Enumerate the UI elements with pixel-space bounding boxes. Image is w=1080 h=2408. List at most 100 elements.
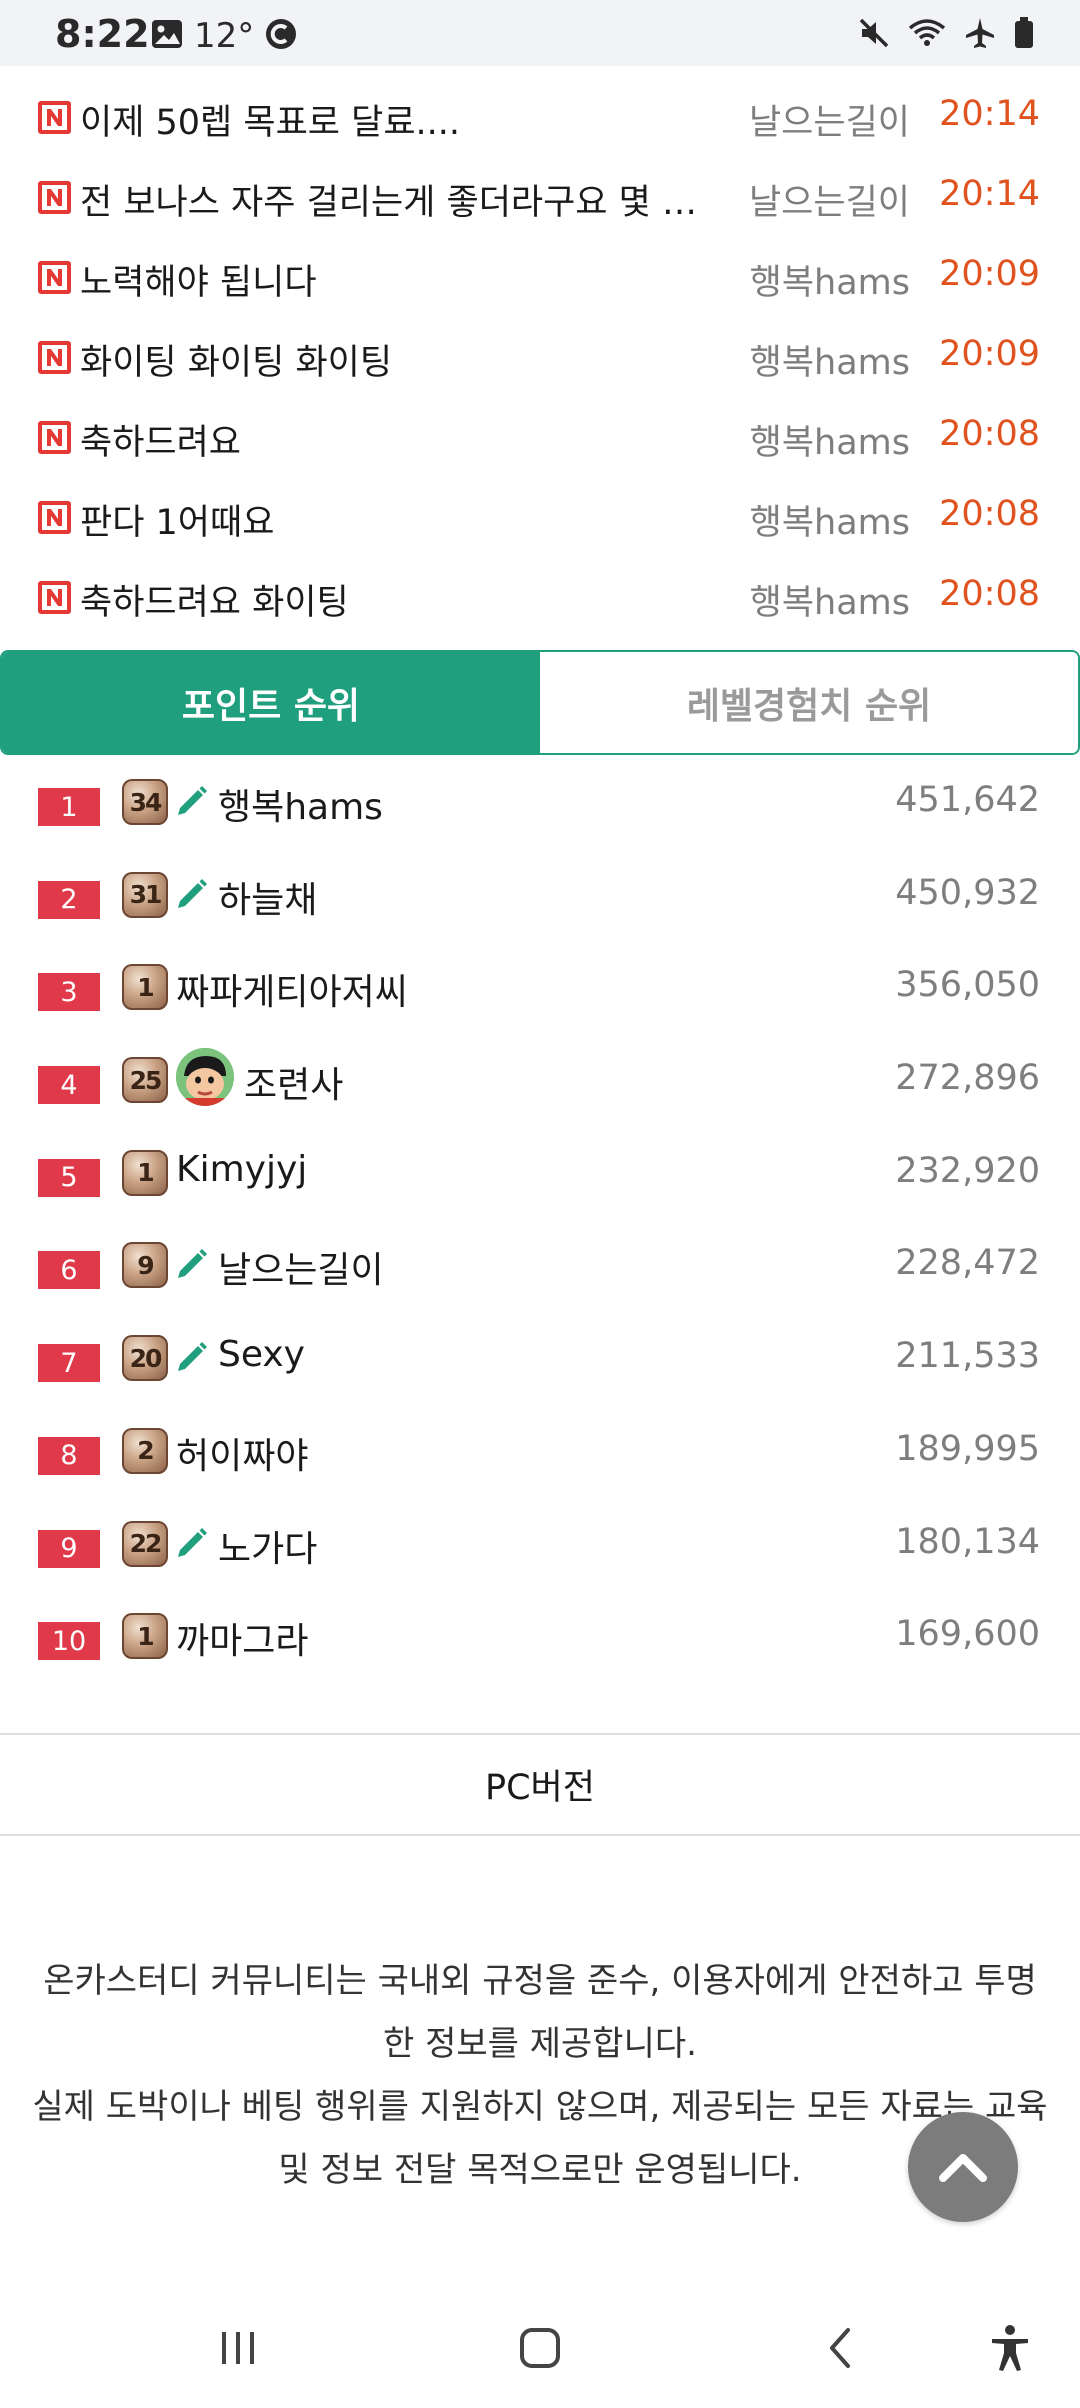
member-name[interactable]: 하늘채 <box>218 871 317 923</box>
member-name[interactable]: 행복hams <box>218 778 383 830</box>
post-author: 행복hams <box>749 263 910 303</box>
rank-number: 4 <box>38 1066 100 1105</box>
post-item[interactable]: 전 보나스 자주 걸리는게 좋더라구요 몇 천… 날으는길이 20:14 <box>0 158 1080 238</box>
home-icon <box>520 2328 560 2368</box>
post-item[interactable]: 판다 1어때요 행복hams 20:08 <box>0 478 1080 558</box>
notice-line: 온카스터디 커뮤니티는 국내외 규정을 준수, 이용자에게 안전하고 투명한 정… <box>43 1961 1037 2064</box>
ranking-row[interactable]: 8 2 허이짜야 189,995 <box>0 1419 1080 1512</box>
member-name[interactable]: Kimyjyj <box>176 1149 307 1190</box>
member-name[interactable]: 짜파게티아저씨 <box>176 963 408 1015</box>
post-author: 행복hams <box>749 583 910 623</box>
post-title[interactable]: 판다 1어때요 <box>80 494 720 545</box>
member-name[interactable]: 허이짜야 <box>176 1427 308 1479</box>
post-item[interactable]: 노력해야 됩니다 행복hams 20:09 <box>0 238 1080 318</box>
ranking-row[interactable]: 6 9 날으는길이 228,472 <box>0 1233 1080 1326</box>
level-badge-icon: 31 <box>122 871 168 918</box>
level-number: 1 <box>137 972 154 1002</box>
home-button[interactable] <box>500 2318 580 2378</box>
member-name[interactable]: 노가다 <box>218 1520 317 1572</box>
level-badge-icon: 22 <box>122 1520 168 1567</box>
member-name[interactable]: 까마그라 <box>176 1612 308 1664</box>
post-author: 행복hams <box>749 343 910 383</box>
tab-point-ranking[interactable]: 포인트 순위 <box>2 652 540 753</box>
back-icon <box>830 2328 850 2368</box>
post-time: 20:08 <box>939 494 1040 534</box>
post-item[interactable]: 축하드려요 행복hams 20:08 <box>0 398 1080 478</box>
ranking-row[interactable]: 3 1 짜파게티아저씨 356,050 <box>0 955 1080 1048</box>
post-title[interactable]: 축하드려요 <box>80 414 720 465</box>
pencil-icon <box>178 878 207 908</box>
level-number: 25 <box>129 1065 163 1095</box>
post-author: 날으는길이 <box>748 183 910 223</box>
new-badge-icon <box>38 101 71 134</box>
status-bar: 8:22 12° <box>0 0 1080 66</box>
level-badge-icon: 1 <box>122 964 168 1011</box>
member-name[interactable]: 날으는길이 <box>218 1241 384 1293</box>
ranking-row[interactable]: 1 34 행복hams 451,642 <box>0 770 1080 863</box>
level-badge-icon: 1 <box>122 1149 168 1196</box>
post-time: 20:14 <box>939 94 1040 134</box>
recent-posts-list: 이제 50렙 목표로 달료.... 날으는길이 20:14 전 보나스 자주 걸… <box>0 78 1080 638</box>
pencil-icon <box>178 1342 207 1372</box>
status-right-icons <box>857 16 1035 54</box>
rank-number: 6 <box>38 1251 100 1290</box>
pencil-icon <box>178 1527 207 1557</box>
status-left-icons: 12° <box>150 16 298 56</box>
ranking-row[interactable]: 2 31 하늘채 450,932 <box>0 863 1080 956</box>
mute-icon <box>857 16 891 54</box>
pc-version-link[interactable]: PC버전 <box>0 1733 1080 1836</box>
accessibility-button[interactable] <box>970 2318 1050 2378</box>
scroll-top-button[interactable] <box>908 2112 1018 2222</box>
status-time: 8:22 <box>55 12 150 56</box>
level-badge-icon: 20 <box>122 1335 168 1382</box>
pencil-icon <box>178 1249 207 1279</box>
post-time: 20:08 <box>939 414 1040 454</box>
post-author: 행복hams <box>749 503 910 543</box>
post-item[interactable]: 이제 50렙 목표로 달료.... 날으는길이 20:14 <box>0 78 1080 158</box>
battery-icon <box>1013 16 1035 54</box>
post-title[interactable]: 노력해야 됩니다 <box>80 254 720 305</box>
rank-number: 9 <box>38 1529 100 1568</box>
post-author: 날으는길이 <box>748 103 910 143</box>
post-time: 20:08 <box>939 574 1040 614</box>
level-number: 34 <box>129 787 163 817</box>
member-points: 356,050 <box>895 965 1040 1006</box>
ranking-row[interactable]: 7 20 Sexy 211,533 <box>0 1326 1080 1419</box>
ranking-row[interactable]: 10 1 까마그라 169,600 <box>0 1604 1080 1697</box>
back-button[interactable] <box>802 2318 882 2378</box>
rank-number: 8 <box>38 1436 100 1475</box>
member-points: 211,533 <box>895 1336 1040 1377</box>
post-title[interactable]: 이제 50렙 목표로 달료.... <box>80 94 720 145</box>
recent-apps-icon <box>222 2332 254 2364</box>
post-item[interactable]: 화이팅 화이팅 화이팅 행복hams 20:09 <box>0 318 1080 398</box>
post-title[interactable]: 화이팅 화이팅 화이팅 <box>80 334 720 385</box>
gallery-icon <box>150 17 184 55</box>
status-temperature: 12° <box>194 16 255 56</box>
ranking-row[interactable]: 9 22 노가다 180,134 <box>0 1512 1080 1605</box>
recent-apps-button[interactable] <box>198 2318 278 2378</box>
rank-number: 3 <box>38 973 100 1012</box>
level-badge-icon: 1 <box>122 1613 168 1660</box>
post-item[interactable]: 축하드려요 화이팅 행복hams 20:08 <box>0 558 1080 638</box>
rank-number: 2 <box>38 880 100 919</box>
member-name[interactable]: 조련사 <box>244 1056 343 1108</box>
tab-level-exp-ranking[interactable]: 레벨경험치 순위 <box>540 652 1078 753</box>
post-title[interactable]: 전 보나스 자주 걸리는게 좋더라구요 몇 천… <box>80 174 720 225</box>
rank-number: 1 <box>38 788 100 826</box>
rank-number: 7 <box>38 1344 100 1383</box>
ranking-row[interactable]: 5 1 Kimyjyj 232,920 <box>0 1141 1080 1234</box>
pencil-icon <box>178 786 207 815</box>
post-title[interactable]: 축하드려요 화이팅 <box>80 574 720 625</box>
notice-line: 실제 도박이나 베팅 행위를 지원하지 않으며, 제공되는 모든 자료는 교육 … <box>32 2087 1048 2190</box>
ranking-tabs: 포인트 순위 레벨경험치 순위 <box>0 650 1080 755</box>
member-name[interactable]: Sexy <box>218 1334 305 1375</box>
system-nav-bar <box>0 2290 1080 2408</box>
ranking-list: 1 34 행복hams 451,642 2 31 하늘채 450,932 3 1… <box>0 770 1080 1697</box>
ranking-row[interactable]: 4 25 조련사 272,896 <box>0 1048 1080 1141</box>
level-badge-icon: 2 <box>122 1427 168 1474</box>
level-badge-icon: 9 <box>122 1242 168 1289</box>
rank-number: 10 <box>38 1622 100 1661</box>
post-time: 20:09 <box>939 254 1040 294</box>
wifi-icon <box>907 16 947 54</box>
member-points: 272,896 <box>895 1058 1040 1099</box>
